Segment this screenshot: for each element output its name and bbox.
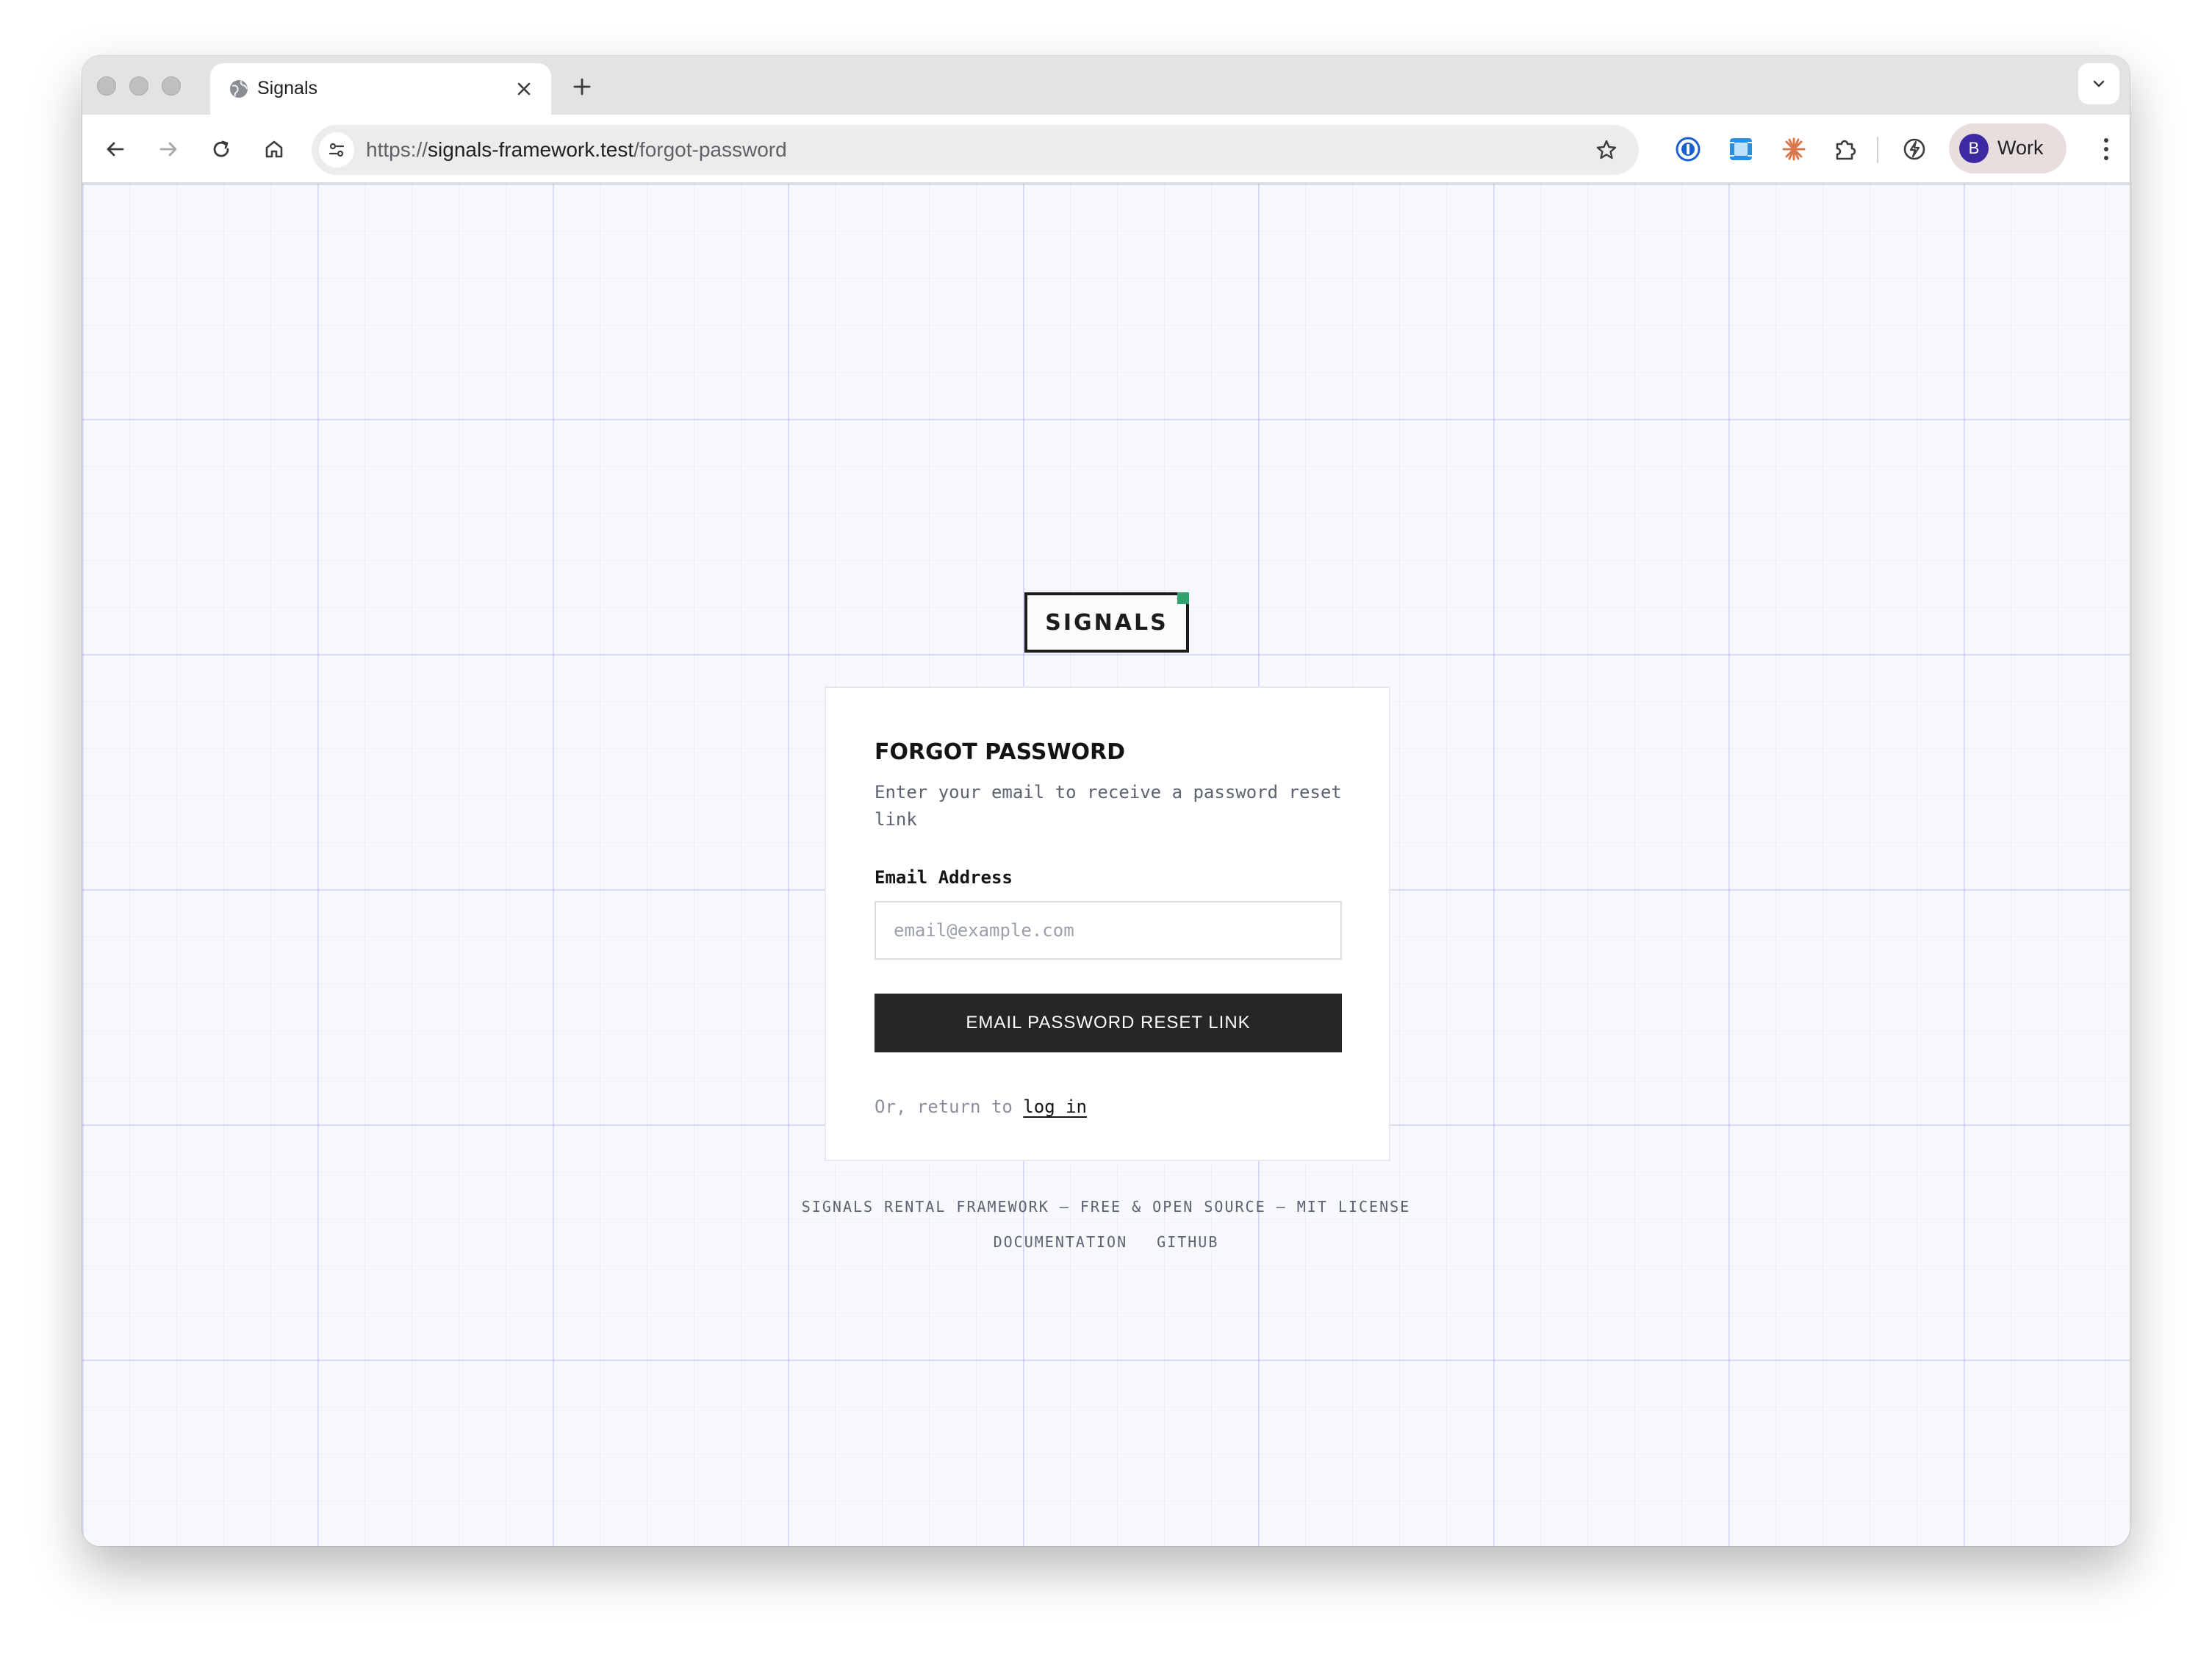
chevron-down-icon — [2093, 80, 2105, 87]
page-title: FORGOT PASSWORD — [875, 739, 1126, 765]
email-input[interactable] — [875, 901, 1342, 960]
claude-icon[interactable] — [1777, 132, 1811, 166]
profile-button[interactable]: B Work — [1949, 123, 2066, 173]
url-path: /forgot-password — [633, 138, 787, 161]
login-link[interactable]: log in — [1023, 1096, 1087, 1117]
1password-icon[interactable] — [1671, 132, 1705, 166]
forgot-password-card: FORGOT PASSWORD Enter your email to rece… — [825, 686, 1390, 1161]
kebab-menu-icon — [2104, 138, 2108, 160]
frame-extension-icon[interactable] — [1724, 132, 1758, 166]
footer-tagline: SIGNALS RENTAL FRAMEWORK — FREE & OPEN S… — [801, 1198, 1411, 1216]
window-maximize-button[interactable] — [162, 76, 181, 96]
page-viewport: SIGNALS FORGOT PASSWORD Enter your email… — [82, 184, 2130, 1546]
url-scheme: https:// — [366, 138, 428, 161]
tab-title: Signals — [257, 78, 317, 98]
back-button[interactable] — [97, 131, 134, 168]
return-prefix: Or, return to — [875, 1096, 1013, 1117]
tab-search-button[interactable] — [2078, 63, 2119, 104]
arrow-left-icon — [107, 142, 124, 157]
page-subtitle: Enter your email to receive a password r… — [875, 782, 1342, 830]
address-bar[interactable]: https://signals-framework.test/forgot-pa… — [312, 125, 1639, 175]
tab-strip: Signals — [82, 56, 2130, 115]
site-settings-icon[interactable] — [319, 132, 354, 168]
home-button[interactable] — [256, 131, 292, 168]
arrow-right-icon — [159, 142, 177, 157]
bookmark-star-icon[interactable] — [1592, 135, 1621, 165]
email-reset-link-button[interactable]: EMAIL PASSWORD RESET LINK — [875, 994, 1342, 1052]
signals-logo[interactable]: SIGNALS — [1024, 592, 1189, 653]
puzzle-icon[interactable] — [1828, 132, 1862, 166]
github-link[interactable]: GITHUB — [1157, 1233, 1218, 1251]
profile-name: Work — [1997, 137, 2044, 159]
footer-links: DOCUMENTATION GITHUB — [82, 1233, 2130, 1251]
url-text[interactable]: https://signals-framework.test/forgot-pa… — [366, 138, 787, 162]
performance-icon[interactable] — [1897, 132, 1931, 166]
logo-text: SIGNALS — [1045, 609, 1168, 636]
return-to-login: Or, return to log in — [875, 1096, 1087, 1117]
forward-button[interactable] — [150, 131, 187, 168]
close-tab-icon[interactable] — [511, 76, 536, 101]
window-minimize-button[interactable] — [129, 76, 148, 96]
url-host: signals-framework.test — [428, 138, 634, 161]
toolbar-separator — [1877, 137, 1878, 163]
tab-signals[interactable]: Signals — [210, 63, 551, 115]
documentation-link[interactable]: DOCUMENTATION — [994, 1233, 1128, 1251]
logo-accent-dot — [1177, 592, 1189, 604]
globe-icon — [228, 78, 250, 100]
home-icon — [265, 140, 283, 158]
reload-icon — [213, 140, 229, 157]
browser-menu-button[interactable] — [2090, 132, 2122, 166]
window-close-button[interactable] — [97, 76, 116, 96]
browser-window: Signals https://signals-framework.test/f… — [82, 56, 2130, 1546]
reload-button[interactable] — [203, 131, 240, 168]
browser-toolbar: https://signals-framework.test/forgot-pa… — [82, 115, 2130, 184]
avatar: B — [1959, 134, 1989, 163]
email-label: Email Address — [875, 867, 1013, 888]
new-tab-icon[interactable] — [567, 72, 597, 101]
